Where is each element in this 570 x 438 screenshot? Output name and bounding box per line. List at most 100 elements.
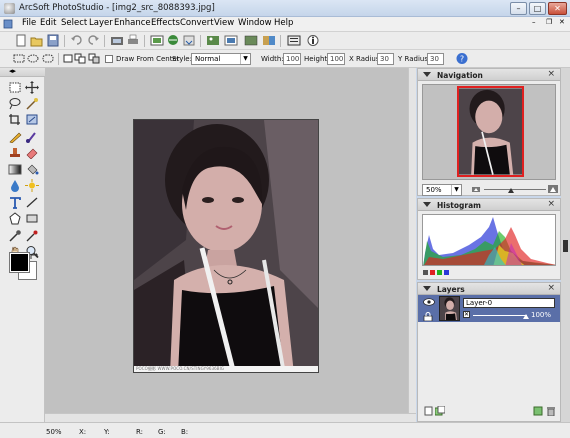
menu-help[interactable]: Help	[274, 18, 293, 28]
merge-layer-icon[interactable]	[533, 406, 543, 416]
menu-view[interactable]: View	[214, 18, 234, 28]
clone-stamp-tool-icon[interactable]	[8, 146, 22, 159]
layer-link-icon[interactable]: ✕	[463, 311, 470, 318]
collapse-arrows-icon[interactable]: ◂▸	[9, 67, 16, 75]
browse-icon[interactable]	[150, 34, 164, 47]
layer-name-field[interactable]: Layer-0	[463, 298, 555, 308]
y-radius-field[interactable]: 30	[427, 53, 444, 65]
zoom-in-icon[interactable]	[548, 184, 558, 194]
collapse-triangle-icon[interactable]	[423, 202, 431, 207]
swap-colors-icon[interactable]	[30, 253, 38, 261]
height-field[interactable]: 100	[327, 53, 345, 65]
menu-convert[interactable]: Convert	[180, 18, 214, 28]
eyedropper-tool-icon[interactable]	[8, 229, 22, 242]
line-tool-icon[interactable]	[25, 196, 39, 209]
rect-select-tool-icon[interactable]	[8, 81, 22, 94]
slideshow-icon[interactable]	[287, 34, 301, 47]
opacity-slider[interactable]	[473, 315, 527, 316]
mdi-minimize-button[interactable]: –	[532, 18, 536, 26]
eraser-tool-icon[interactable]	[25, 146, 39, 159]
document-image[interactable]	[133, 119, 319, 373]
rounded-marquee-option-icon[interactable]	[41, 52, 55, 65]
brightness-tool-icon[interactable]	[25, 179, 39, 192]
collapse-triangle-icon[interactable]	[423, 286, 431, 291]
magic-wand-tool-icon[interactable]	[25, 97, 39, 110]
mdi-restore-button[interactable]: ❐	[546, 18, 552, 26]
photo-adjust-icon[interactable]	[206, 34, 220, 47]
panel-collapse-handle[interactable]	[563, 240, 568, 252]
menu-enhance[interactable]: Enhance	[114, 18, 151, 28]
blur-tool-icon[interactable]	[8, 179, 22, 192]
zoom-slider[interactable]	[484, 189, 546, 190]
duplicate-layer-icon[interactable]	[435, 406, 445, 416]
brush-tool-icon[interactable]	[25, 130, 39, 143]
red-eye-tool-icon[interactable]	[25, 229, 39, 242]
eye-icon[interactable]	[423, 298, 435, 306]
histogram-green-channel-button[interactable]	[437, 270, 442, 275]
collage-icon[interactable]	[244, 34, 258, 47]
ellipse-marquee-option-icon[interactable]	[26, 52, 40, 65]
redo-icon[interactable]	[86, 34, 100, 47]
close-icon[interactable]: ×	[547, 199, 555, 209]
delete-layer-icon[interactable]	[546, 406, 556, 416]
undo-icon[interactable]	[70, 34, 84, 47]
info-icon[interactable]	[306, 34, 320, 47]
close-icon[interactable]: ×	[547, 283, 555, 293]
histogram-all-channel-button[interactable]	[423, 270, 428, 275]
help-icon[interactable]: ?	[455, 52, 469, 65]
layer-row[interactable]: Layer-0 ✕ 100%	[418, 295, 560, 322]
open-folder-icon[interactable]	[30, 34, 44, 47]
maximize-button[interactable]: □	[529, 2, 546, 15]
histogram-blue-channel-button[interactable]	[444, 270, 449, 275]
menu-layer[interactable]: Layer	[89, 18, 113, 28]
text-tool-icon[interactable]	[8, 196, 22, 209]
new-layer-icon[interactable]	[423, 406, 433, 416]
email-icon[interactable]	[166, 34, 180, 47]
menu-window[interactable]: Window	[238, 18, 272, 28]
menu-effects[interactable]: Effects	[151, 18, 180, 28]
opacity-slider-thumb[interactable]	[523, 314, 529, 319]
save-icon[interactable]	[46, 34, 60, 47]
transform-tool-icon[interactable]	[25, 113, 39, 126]
frame-icon[interactable]	[224, 34, 238, 47]
minimize-button[interactable]: –	[510, 2, 527, 15]
zoom-select[interactable]: 50% ▼	[422, 184, 462, 196]
print-icon[interactable]	[126, 34, 140, 47]
pencil-tool-icon[interactable]	[8, 130, 22, 143]
fill-bucket-tool-icon[interactable]	[25, 163, 39, 176]
rectangle-tool-icon[interactable]	[25, 212, 39, 225]
width-field[interactable]: 100	[283, 53, 301, 65]
move-tool-icon[interactable]	[25, 81, 39, 94]
draw-from-center-checkbox[interactable]	[105, 55, 113, 63]
style-select[interactable]: Normal ▼	[191, 53, 251, 65]
crop-tool-icon[interactable]	[8, 113, 22, 126]
horizontal-scrollbar[interactable]	[45, 413, 416, 422]
foreground-color-swatch[interactable]	[9, 252, 30, 273]
new-file-icon[interactable]	[14, 34, 28, 47]
menu-select[interactable]: Select	[61, 18, 87, 28]
close-icon[interactable]: ×	[547, 69, 555, 79]
document-icon[interactable]	[3, 19, 13, 29]
histogram-red-channel-button[interactable]	[430, 270, 435, 275]
close-button[interactable]: ✕	[548, 2, 567, 15]
subtract-selection-icon[interactable]	[87, 52, 101, 65]
navigator-view-box[interactable]	[457, 86, 524, 177]
add-selection-icon[interactable]	[73, 52, 87, 65]
x-radius-field[interactable]: 30	[377, 53, 394, 65]
zoom-slider-thumb[interactable]	[508, 188, 514, 193]
template-icon[interactable]	[262, 34, 276, 47]
collapse-triangle-icon[interactable]	[423, 72, 431, 77]
import-icon[interactable]	[182, 34, 196, 47]
lock-icon[interactable]	[423, 312, 433, 321]
navigator-preview[interactable]	[422, 84, 556, 180]
zoom-out-icon[interactable]	[472, 185, 480, 193]
acquire-icon[interactable]	[110, 34, 124, 47]
rect-marquee-option-icon[interactable]	[12, 52, 26, 65]
menu-edit[interactable]: Edit	[40, 18, 56, 28]
gradient-tool-icon[interactable]	[8, 163, 22, 176]
shape-tool-icon[interactable]	[8, 212, 22, 225]
mdi-close-button[interactable]: ✕	[559, 18, 565, 26]
vertical-scrollbar[interactable]	[408, 68, 416, 413]
menu-file[interactable]: File	[22, 18, 36, 28]
lasso-tool-icon[interactable]	[8, 97, 22, 110]
